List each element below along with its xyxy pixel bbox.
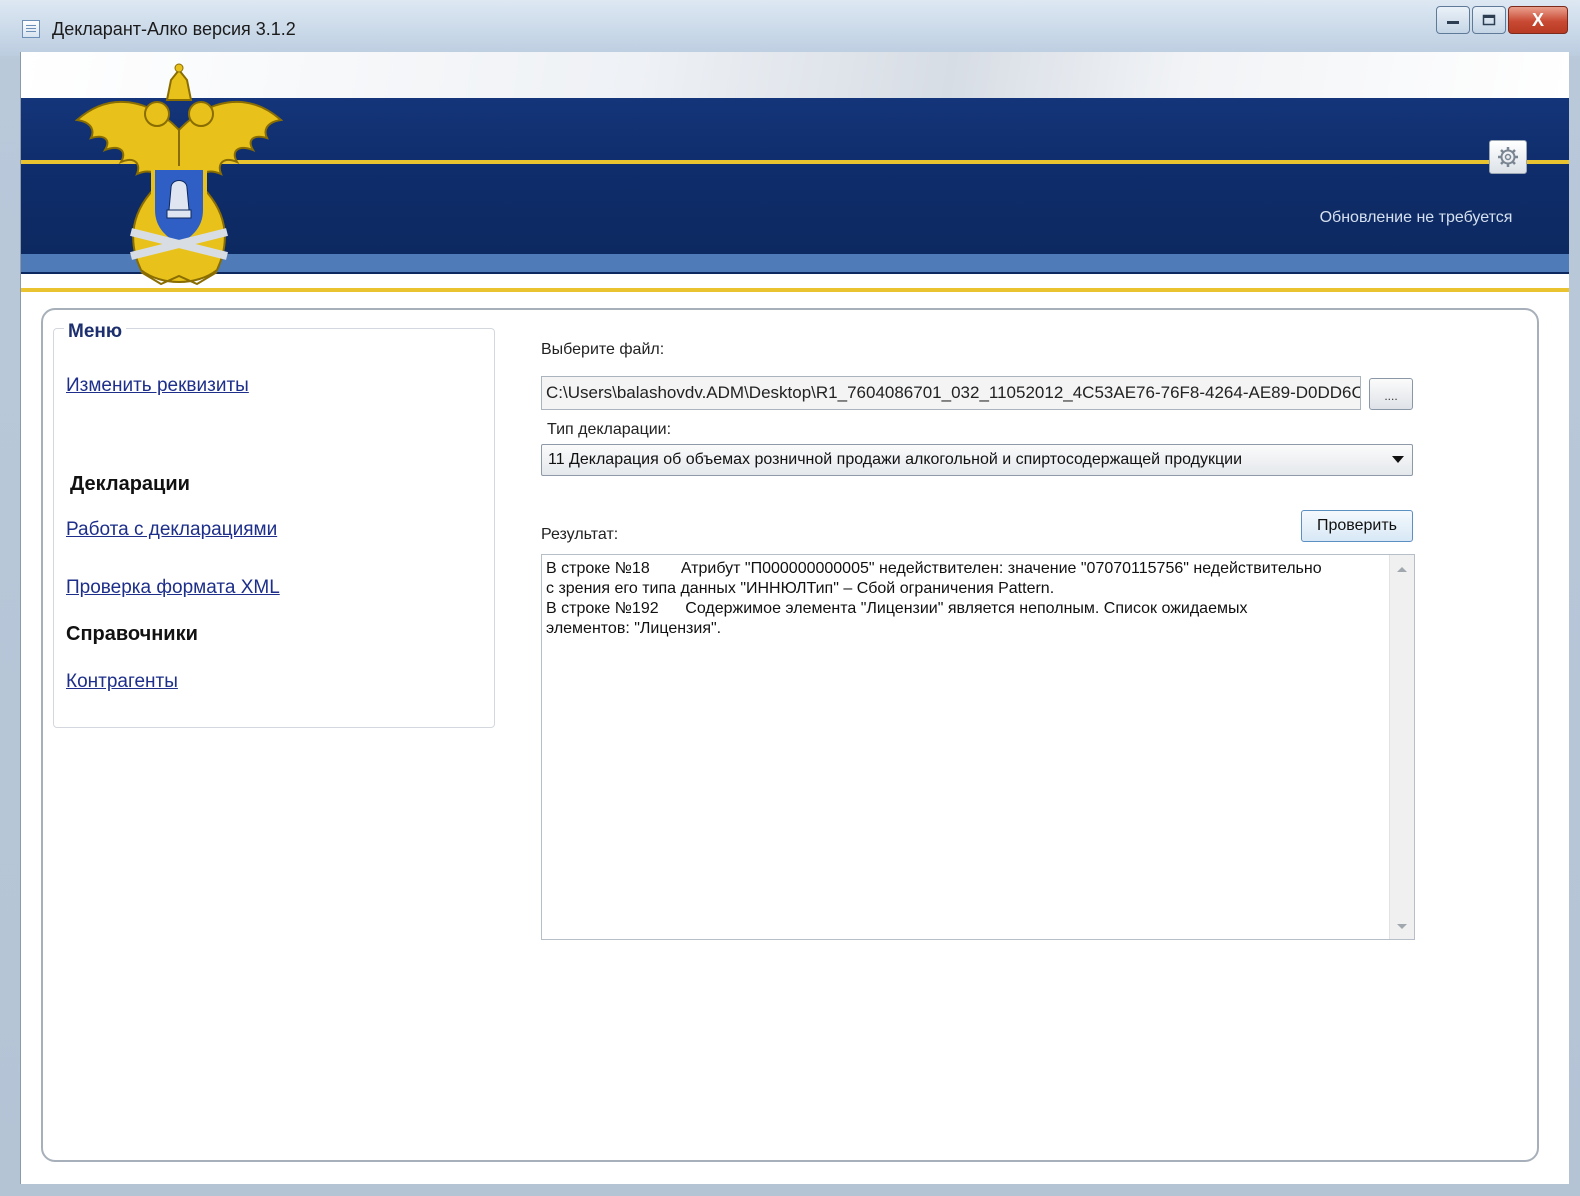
minimize-button[interactable] [1436, 6, 1470, 34]
maximize-icon [1482, 14, 1496, 26]
minimize-icon [1447, 21, 1459, 24]
declaration-type-value: 11 Декларация об объемах розничной прода… [548, 451, 1243, 468]
result-line: с зрения его типа данных "ИННЮЛТип" – Сб… [546, 580, 1055, 597]
result-text: В строке №18 Атрибут "П000000000005" нед… [546, 559, 1382, 639]
declaration-type-select[interactable]: 11 Декларация об объемах розничной прода… [541, 444, 1413, 476]
browse-button[interactable]: .... [1369, 378, 1413, 410]
result-textarea[interactable]: В строке №18 Атрибут "П000000000005" нед… [541, 554, 1415, 940]
file-path-input[interactable]: C:\Users\balashovdv.ADM\Desktop\R1_76040… [541, 376, 1361, 410]
result-line: элементов: "Лицензия". [546, 620, 722, 637]
scroll-up-icon[interactable] [1397, 567, 1407, 572]
result-line: В строке №192 Содержимое элемента "Лицен… [546, 600, 1248, 617]
main-panel: Меню Изменить реквизиты Декларации Работ… [41, 308, 1539, 1162]
close-button[interactable]: X [1508, 6, 1568, 34]
client-area: Обновление не требуется Меню Изменить ре… [20, 52, 1569, 1184]
chevron-down-icon [1392, 456, 1404, 463]
counterparties-link[interactable]: Контрагенты [66, 671, 178, 693]
update-status-text: Обновление не требуется [1319, 209, 1513, 226]
declarations-heading: Декларации [70, 473, 190, 495]
menu-legend: Меню [64, 321, 127, 343]
result-line: В строке №18 Атрибут "П000000000005" нед… [546, 560, 1322, 577]
close-icon: X [1531, 9, 1544, 30]
settings-button[interactable] [1489, 140, 1527, 174]
xml-format-check-link[interactable]: Проверка формата XML [66, 577, 280, 599]
menu-group: Меню Изменить реквизиты Декларации Работ… [53, 321, 495, 728]
window-title: Декларант-Алко версия 3.1.2 [52, 19, 296, 39]
scroll-down-icon[interactable] [1397, 924, 1407, 929]
result-label: Результат: [541, 526, 619, 543]
coat-of-arms-emblem [74, 63, 284, 286]
window-controls: X [1434, 6, 1568, 36]
app-icon [22, 20, 40, 38]
gear-icon [1498, 147, 1518, 167]
maximize-button[interactable] [1472, 6, 1506, 34]
result-scrollbar[interactable] [1389, 555, 1414, 939]
work-with-declarations-link[interactable]: Работа с декларациями [66, 519, 277, 541]
declaration-type-label: Тип декларации: [547, 421, 672, 438]
check-button[interactable]: Проверить [1301, 510, 1413, 542]
change-details-link[interactable]: Изменить реквизиты [66, 375, 249, 397]
file-label: Выберите файл: [541, 341, 665, 358]
app-window: Декларант-Алко версия 3.1.2 X Обновление… [0, 0, 1580, 1196]
references-heading: Справочники [66, 623, 198, 645]
title-bar[interactable]: Декларант-Алко версия 3.1.2 X [0, 0, 1580, 56]
